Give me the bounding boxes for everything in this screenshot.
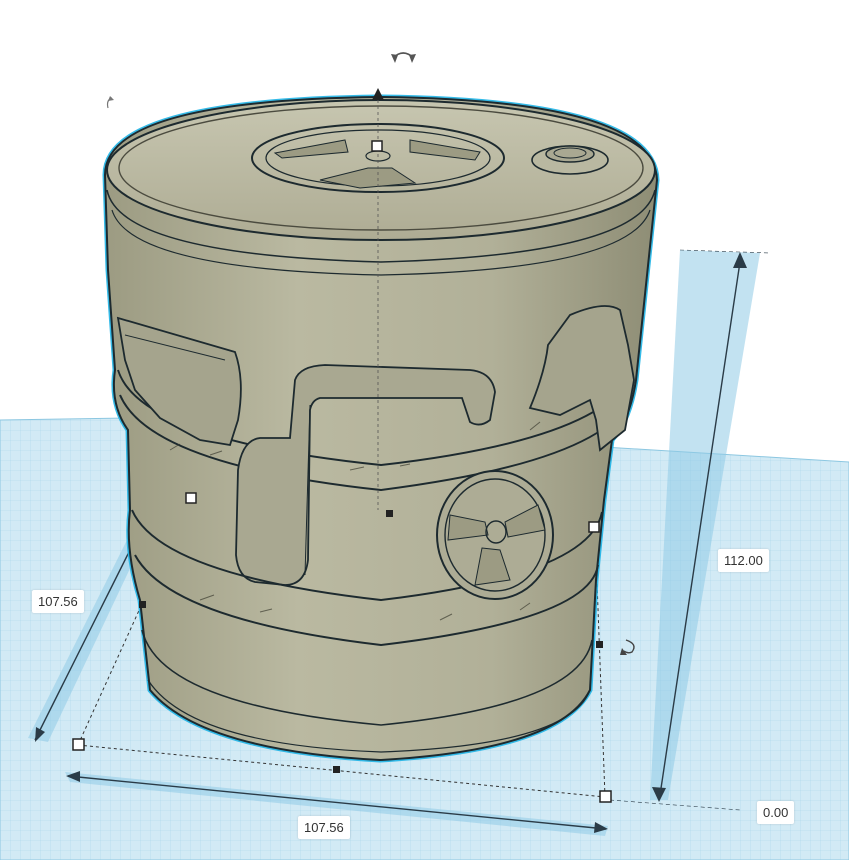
edge-handle-front[interactable] <box>333 766 340 773</box>
edge-handle-left[interactable] <box>139 601 146 608</box>
depth-dimension-label[interactable]: 107.56 <box>32 590 84 613</box>
scene-svg[interactable] <box>0 0 849 861</box>
3d-viewport[interactable]: 107.56 107.56 112.00 0.00 <box>0 0 849 861</box>
lift-handle-icon[interactable] <box>372 88 384 100</box>
corner-handle-back-right[interactable] <box>588 521 600 533</box>
elevation-dimension-label[interactable]: 0.00 <box>757 801 795 824</box>
height-dimension-label[interactable]: 112.00 <box>718 549 769 572</box>
width-dimension-label[interactable]: 107.56 <box>298 816 350 839</box>
barrel-shape[interactable] <box>102 94 660 763</box>
center-marker[interactable] <box>386 510 393 517</box>
rotate-top-icon[interactable] <box>391 52 416 63</box>
top-scale-handle[interactable] <box>371 140 383 152</box>
rotate-tilt-icon[interactable] <box>106 96 115 109</box>
edge-handle-right[interactable] <box>596 641 603 648</box>
corner-handle-front-right[interactable] <box>599 790 612 803</box>
corner-handle-back-left[interactable] <box>185 492 197 504</box>
corner-handle-front-left[interactable] <box>72 738 85 751</box>
